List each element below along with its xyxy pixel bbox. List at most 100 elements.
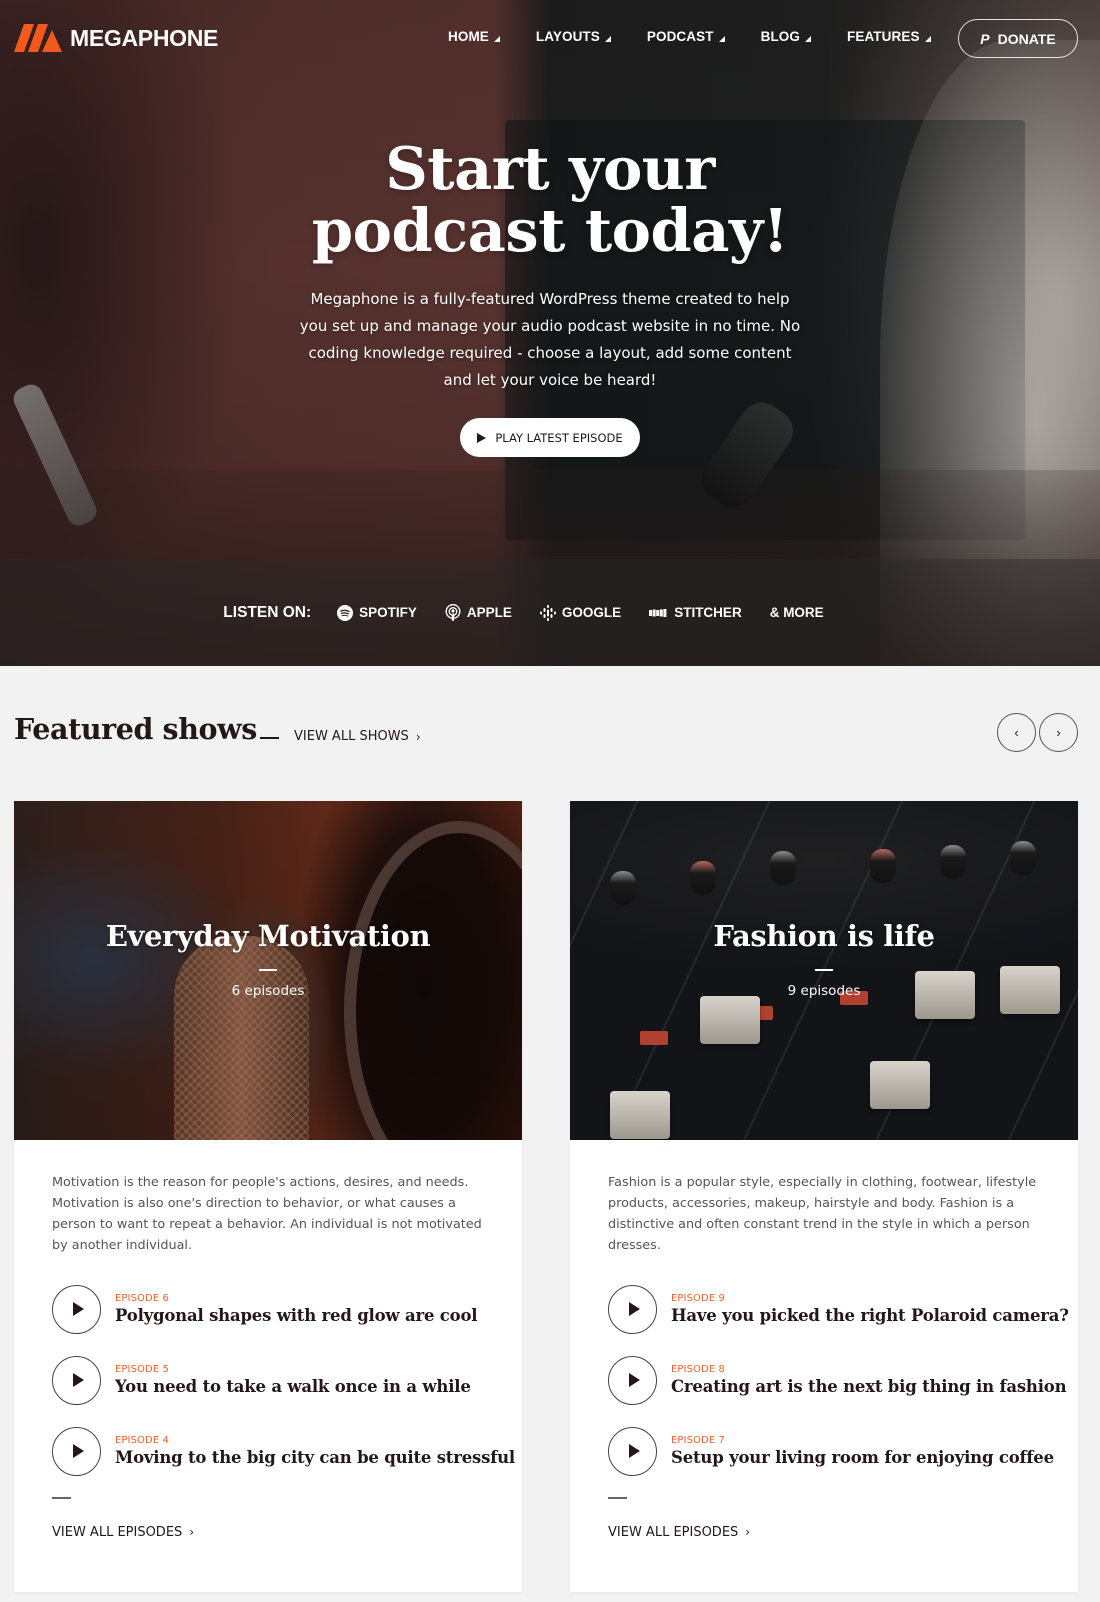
listen-link-label: SPOTIFY: [359, 605, 417, 620]
episode-number: EPISODE 6: [115, 1293, 169, 1304]
listen-link-google[interactable]: GOOGLE: [539, 604, 622, 621]
dropdown-caret-icon: [718, 35, 725, 42]
card-divider: [52, 1497, 71, 1499]
episode-title-link[interactable]: You need to take a walk once in a while: [115, 1377, 471, 1396]
listen-link-label: GOOGLE: [561, 605, 622, 620]
play-episode-button[interactable]: [52, 1284, 101, 1334]
episode-list: EPISODE 6 Polygonal shapes with red glow…: [52, 1284, 515, 1476]
carousel-next-button[interactable]: ›: [1039, 713, 1078, 752]
episode-number: EPISODE 7: [671, 1435, 725, 1446]
cover-overlay: Everyday Motivation 6 episodes: [14, 801, 522, 1140]
show-cover[interactable]: Fashion is life 9 episodes: [570, 801, 1078, 1140]
chevron-right-icon: ›: [1056, 725, 1061, 740]
title-divider: [260, 737, 279, 739]
nav-item-home[interactable]: HOME: [448, 29, 500, 44]
listen-link-spotify[interactable]: SPOTIFY: [337, 604, 417, 621]
nav-item-label: HOME: [448, 29, 489, 44]
play-episode-button[interactable]: [52, 1426, 101, 1476]
play-episode-button[interactable]: [608, 1355, 657, 1405]
episode-title-link[interactable]: Polygonal shapes with red glow are cool: [115, 1306, 478, 1325]
episode-item: EPISODE 7 Setup your living room for enj…: [608, 1426, 1054, 1476]
show-title[interactable]: Everyday Motivation: [106, 919, 431, 953]
hero-section: MEGAPHONE HOME LAYOUTS PODCAST BLOG FEAT…: [0, 0, 1100, 666]
show-card: Everyday Motivation 6 episodes Motivatio…: [14, 801, 522, 1592]
nav-item-label: LAYOUTS: [535, 29, 600, 44]
episode-title-link[interactable]: Creating art is the next big thing in fa…: [671, 1377, 1067, 1396]
show-description: Motivation is the reason for people's ac…: [52, 1175, 482, 1253]
spotify-icon: [337, 604, 354, 621]
show-card-body: Motivation is the reason for people's ac…: [14, 1140, 522, 1540]
hero-title-line: Start your: [385, 134, 715, 203]
episode-number: EPISODE 8: [671, 1364, 725, 1375]
view-all-episodes-label: VIEW ALL EPISODES: [608, 1524, 739, 1540]
view-all-shows-label: VIEW ALL SHOWS: [294, 729, 409, 744]
nav-item-label: BLOG: [760, 29, 800, 44]
episode-number: EPISODE 4: [115, 1435, 169, 1446]
play-latest-label: PLAY LATEST EPISODE: [495, 430, 623, 445]
main-nav: HOME LAYOUTS PODCAST BLOG FEATURES: [448, 29, 967, 44]
play-icon: [629, 1444, 640, 1458]
episode-title-link[interactable]: Moving to the big city can be quite stre…: [115, 1448, 515, 1467]
nav-item-label: PODCAST: [646, 29, 714, 44]
show-cover[interactable]: Everyday Motivation 6 episodes: [14, 801, 522, 1140]
play-icon: [629, 1302, 640, 1316]
nav-item-label: FEATURES: [847, 29, 920, 44]
view-all-episodes-label: VIEW ALL EPISODES: [52, 1524, 183, 1540]
episode-item: EPISODE 6 Polygonal shapes with red glow…: [52, 1284, 484, 1334]
episode-number: EPISODE 9: [671, 1293, 725, 1304]
donate-button[interactable]: P DONATE: [958, 19, 1078, 58]
hero-description: Megaphone is a fully-featured WordPress …: [299, 290, 801, 389]
listen-on-label: LISTEN ON:: [223, 603, 312, 621]
listen-on-bar: LISTEN ON: SPOTIFY APPLE GOOGLE STITCHER…: [0, 559, 1100, 666]
episode-list: EPISODE 9 Have you picked the right Pola…: [608, 1284, 1069, 1476]
dropdown-caret-icon: [604, 35, 611, 42]
hero-title-line: podcast today!: [311, 196, 789, 265]
show-card-body: Fashion is a popular style, especially i…: [570, 1140, 1078, 1540]
episode-title-link[interactable]: Setup your living room for enjoying coff…: [671, 1448, 1054, 1467]
play-icon: [73, 1302, 84, 1316]
hero-title: Start your podcast today!: [250, 138, 850, 262]
listen-link-label: APPLE: [466, 605, 512, 620]
site-logo[interactable]: MEGAPHONE: [14, 24, 218, 52]
featured-shows-header: Featured shows VIEW ALL SHOWS › ‹ ›: [0, 666, 1100, 786]
view-all-episodes-link[interactable]: VIEW ALL EPISODES ›: [608, 1525, 1040, 1540]
listen-link-stitcher[interactable]: STITCHER: [649, 605, 742, 620]
featured-shows-title: Featured shows: [14, 712, 257, 746]
listen-link-label: STITCHER: [674, 605, 742, 620]
card-divider: [608, 1497, 627, 1499]
cover-divider: [259, 969, 277, 971]
episode-item: EPISODE 4 Moving to the big city can be …: [52, 1426, 515, 1476]
view-all-shows-link[interactable]: VIEW ALL SHOWS ›: [294, 729, 421, 744]
donate-label: DONATE: [997, 30, 1056, 47]
site-header: MEGAPHONE HOME LAYOUTS PODCAST BLOG FEAT…: [0, 0, 1100, 78]
nav-item-layouts[interactable]: LAYOUTS: [536, 29, 611, 44]
episode-item: EPISODE 8 Creating art is the next big t…: [608, 1355, 1067, 1405]
play-episode-button[interactable]: [52, 1355, 101, 1405]
dropdown-caret-icon: [493, 35, 500, 42]
nav-item-podcast[interactable]: PODCAST: [647, 29, 725, 44]
listen-link-label: & MORE: [769, 605, 824, 620]
dropdown-caret-icon: [924, 35, 931, 42]
carousel-prev-button[interactable]: ‹: [997, 713, 1036, 752]
listen-link-apple[interactable]: APPLE: [445, 603, 512, 622]
nav-item-features[interactable]: FEATURES: [847, 29, 931, 44]
episode-item: EPISODE 5 You need to take a walk once i…: [52, 1355, 484, 1405]
show-card: Fashion is life 9 episodes Fashion is a …: [570, 801, 1078, 1592]
chevron-right-icon: ›: [745, 1525, 751, 1539]
view-all-episodes-link[interactable]: VIEW ALL EPISODES ›: [52, 1525, 484, 1540]
site-name: MEGAPHONE: [70, 24, 219, 51]
play-icon: [73, 1373, 84, 1387]
paypal-icon: P: [980, 30, 990, 47]
show-description: Fashion is a popular style, especially i…: [608, 1175, 1037, 1253]
listen-link-more[interactable]: & MORE: [770, 605, 824, 620]
play-icon: [73, 1444, 84, 1458]
episode-title-link[interactable]: Have you picked the right Polaroid camer…: [671, 1306, 1069, 1325]
play-latest-episode-button[interactable]: PLAY LATEST EPISODE: [460, 418, 640, 457]
show-title[interactable]: Fashion is life: [713, 919, 935, 953]
play-episode-button[interactable]: [608, 1284, 657, 1334]
cover-overlay: Fashion is life 9 episodes: [570, 801, 1078, 1140]
nav-item-blog[interactable]: BLOG: [761, 29, 811, 44]
play-episode-button[interactable]: [608, 1426, 657, 1476]
chevron-right-icon: ›: [189, 1525, 195, 1539]
play-icon: [629, 1373, 640, 1387]
